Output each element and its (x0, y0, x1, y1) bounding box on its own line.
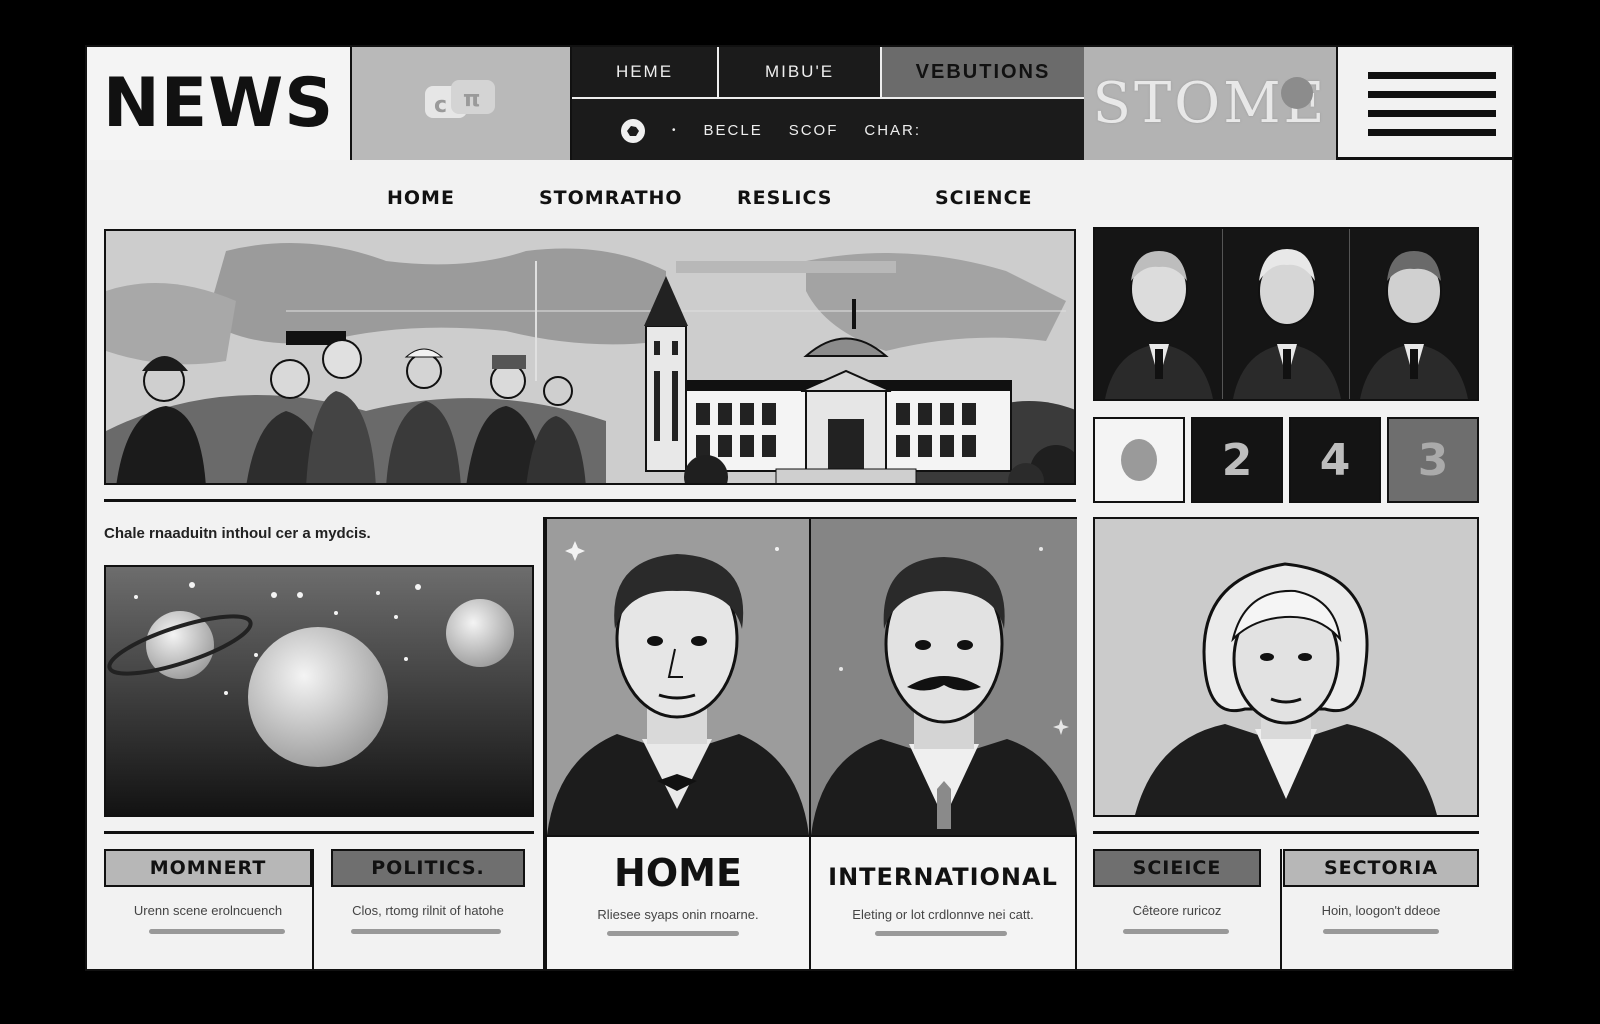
category-tag[interactable]: SECTORIA (1283, 849, 1479, 887)
hamburger-menu-button[interactable] (1338, 47, 1512, 160)
main-navigation: HOME STOMRATHO RESLICS SCIENCE (87, 167, 1512, 229)
article-caption: Chale rnaaduitn inthoul cer a mydcis. (104, 525, 371, 542)
top-header: NEWS c π HEME MIBU'E VEBUTIONS • BECLE S… (87, 47, 1512, 160)
svg-text:c: c (434, 93, 447, 118)
progress-bar (607, 931, 739, 936)
sub-nav-item[interactable]: CHAR: (864, 122, 921, 139)
page-button[interactable]: 4 (1289, 417, 1381, 503)
logo-text: NEWS (102, 64, 335, 143)
person-portrait-image (1360, 251, 1469, 399)
main-nav-item[interactable]: STOMRATHO (539, 187, 683, 209)
separator-dot: • (672, 125, 678, 136)
category-heading[interactable]: INTERNATIONAL (811, 863, 1075, 891)
page-indicator-current[interactable] (1093, 417, 1185, 503)
news-page: NEWS c π HEME MIBU'E VEBUTIONS • BECLE S… (85, 45, 1514, 971)
category-card[interactable]: HOME Rliesee syaps onin rnoarne. (547, 837, 809, 969)
menu-line (1368, 90, 1496, 98)
menu-line (1368, 128, 1496, 136)
section-divider (104, 831, 534, 834)
progress-bar (351, 929, 501, 934)
woman-portrait-image (1095, 519, 1477, 815)
sub-nav-item[interactable]: SCOF (789, 122, 839, 139)
chat-icon-panel[interactable]: c π (352, 47, 572, 160)
progress-bar (875, 931, 1007, 936)
category-tag[interactable]: POLITICS. (331, 849, 525, 887)
category-card[interactable]: INTERNATIONAL Eleting or lot crdlonnve n… (811, 837, 1075, 969)
person-portrait-image (1232, 249, 1341, 399)
category-description: Urenn scene erolncuench (133, 903, 283, 918)
menu-line (1368, 71, 1496, 79)
card-divider (1280, 849, 1282, 969)
chat-bubble-icon: c π (425, 79, 495, 118)
category-heading[interactable]: HOME (547, 851, 809, 895)
portrait-card[interactable] (1093, 517, 1479, 817)
planets-image (106, 567, 532, 815)
top-nav-item[interactable]: HEME (572, 47, 717, 97)
category-card[interactable]: POLITICS. Clos, rtomg rilnit of hatohe (331, 849, 525, 969)
category-card[interactable]: MOMNERT Urenn scene erolncuench (104, 849, 312, 969)
svg-text:π: π (463, 87, 480, 112)
person-portrait-image (1105, 251, 1213, 399)
pagination: 2 4 3 (1093, 417, 1479, 503)
page-button[interactable]: 3 (1387, 417, 1479, 503)
category-description: Cêteore ruricoz (1132, 903, 1222, 918)
featured-people-strip[interactable] (1093, 227, 1479, 401)
promo-banner[interactable]: STOME (1084, 47, 1338, 160)
category-card[interactable]: SECTORIA Hoin, loogon't ddeoe (1283, 849, 1479, 969)
main-nav-science[interactable]: SCIENCE (935, 187, 1033, 209)
portrait-thumbnail[interactable] (1350, 229, 1477, 399)
card-divider (312, 849, 314, 969)
mustached-man-portrait-image (811, 519, 1077, 835)
portrait-card[interactable] (547, 519, 811, 837)
top-nav-item[interactable]: MIBU'E (717, 47, 880, 97)
category-description: Clos, rtomg rilnit of hatohe (352, 903, 504, 918)
top-nav-item-active[interactable]: VEBUTIONS (880, 47, 1084, 97)
portrait-thumbnail[interactable] (1223, 229, 1351, 399)
category-description: Hoin, loogon't ddeoe (1321, 903, 1441, 918)
portrait-card[interactable] (811, 519, 1077, 837)
portrait-thumbnail[interactable] (1095, 229, 1223, 399)
category-description: Rliesee syaps onin rnoarne. (597, 907, 759, 922)
promo-balloon-icon (1281, 77, 1313, 109)
hero-illustration[interactable] (104, 229, 1076, 485)
site-logo[interactable]: NEWS (87, 47, 352, 160)
settings-badge-icon[interactable] (620, 118, 646, 144)
main-nav-home[interactable]: HOME (387, 187, 455, 209)
progress-bar (1123, 929, 1229, 934)
category-description: Eleting or lot crdlonnve nei catt. (852, 907, 1034, 922)
section-divider (1093, 831, 1479, 834)
category-tag[interactable]: SCIEICE (1093, 849, 1261, 887)
menu-line (1368, 109, 1496, 117)
category-tag[interactable]: MOMNERT (104, 849, 312, 887)
progress-bar (1323, 929, 1439, 934)
column-divider (543, 517, 545, 969)
progress-bar (149, 929, 285, 934)
man-portrait-image (547, 519, 809, 835)
page-button[interactable]: 2 (1191, 417, 1283, 503)
hero-scene-image (106, 231, 1074, 483)
sub-nav-item[interactable]: BECLE (704, 122, 763, 139)
card-divider (1075, 835, 1077, 969)
top-navigation: HEME MIBU'E VEBUTIONS • BECLE SCOF CHAR: (572, 47, 1084, 160)
space-illustration[interactable] (104, 565, 534, 817)
main-nav-item[interactable]: RESLICS (737, 187, 832, 209)
dot-icon (1121, 439, 1157, 481)
category-card[interactable]: SCIEICE Cêteore ruricoz (1093, 849, 1261, 969)
section-divider (104, 499, 1076, 502)
